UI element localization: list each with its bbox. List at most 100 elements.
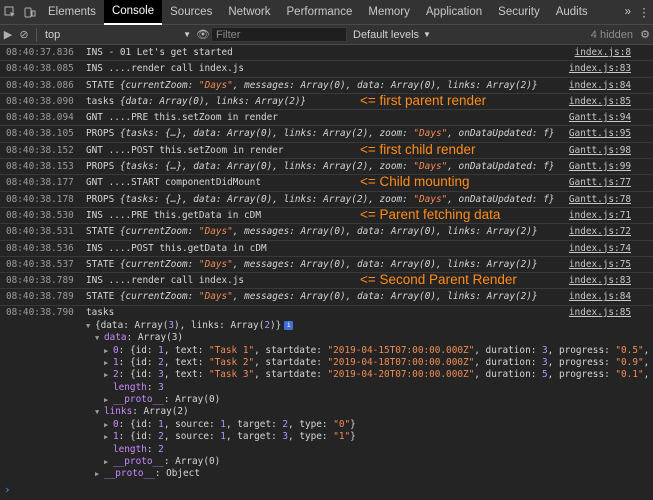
object-preview[interactable]: {currentZoom: "Days", messages: Array(0)… (120, 291, 538, 302)
property-value: : 3 (146, 381, 164, 393)
tree-line[interactable]: ▶ 0: {id: 1, text: "Task 1", startdate: "… (6, 345, 653, 357)
tab-memory[interactable]: Memory (360, 0, 418, 25)
expand-triangle-icon[interactable]: ▶ (104, 394, 113, 406)
source-link[interactable]: index.js:8 (575, 45, 631, 61)
context-selector[interactable]: top ▼ (41, 29, 195, 41)
message-prefix: STATE (86, 291, 115, 303)
source-link[interactable]: index.js:85 (569, 94, 631, 110)
object-preview[interactable]: {data: Array(0), links: Array(2)} (120, 96, 306, 107)
tree-line[interactable]: ▶ __proto__: Array(0) (6, 456, 653, 468)
object-preview[interactable]: {currentZoom: "Days", messages: Array(0)… (120, 80, 538, 91)
console-message: 08:40:38.085 INS ....render call index.js… (0, 61, 653, 78)
source-link[interactable]: Gantt.js:77 (569, 175, 631, 191)
source-link[interactable]: Gantt.js:99 (569, 159, 631, 175)
expand-triangle-icon[interactable]: ▶ (104, 369, 113, 381)
annotation: <= Child mounting (360, 174, 470, 190)
source-link[interactable]: Gantt.js:78 (569, 192, 631, 208)
object-preview[interactable]: {tasks: {…}, data: Array(0), links: Arra… (120, 194, 555, 205)
info-icon[interactable]: i (284, 320, 294, 330)
tab-security[interactable]: Security (490, 0, 548, 25)
property-key: data (104, 332, 127, 344)
timestamp: 08:40:38.537 (6, 258, 74, 270)
tree-line[interactable]: ▼ data: Array(3) (6, 332, 653, 344)
expand-triangle-icon[interactable]: ▶ (95, 468, 104, 480)
show-sidebar-icon[interactable]: ▶ (0, 25, 16, 45)
tab-performance[interactable]: Performance (279, 0, 361, 25)
object-preview[interactable]: {currentZoom: "Days", messages: Array(0)… (120, 259, 538, 270)
hidden-count: 4 hidden (590, 28, 633, 41)
more-tabs-icon[interactable]: » (621, 6, 635, 18)
object-preview[interactable]: {tasks: {…}, data: Array(0), links: Arra… (120, 161, 555, 172)
source-link[interactable]: index.js:74 (569, 241, 631, 257)
tab-console[interactable]: Console (103, 0, 163, 25)
expand-triangle-icon[interactable]: ▶ (104, 456, 113, 468)
timestamp: 08:40:38.789 (6, 275, 74, 287)
tree-line[interactable]: ▼ links: Array(2) (6, 406, 653, 418)
timestamp: 08:40:38.152 (6, 144, 74, 156)
object-summary[interactable]: {data: Array(3), links: Array(2)} (95, 320, 281, 331)
gear-icon[interactable]: ⚙ (637, 28, 653, 41)
console-prompt[interactable]: › (4, 483, 11, 496)
tree-line[interactable]: length: 2 (6, 444, 653, 456)
message-text: tasks (86, 306, 115, 318)
context-label: top (45, 28, 61, 41)
property-value: : Array(0) (163, 456, 221, 468)
source-link[interactable]: index.js:84 (569, 289, 631, 305)
message-text: tasks (86, 95, 115, 107)
chevron-down-icon: ▼ (183, 30, 191, 39)
tab-network[interactable]: Network (220, 0, 278, 25)
log-levels-dropdown[interactable]: Default levels ▼ (353, 29, 431, 41)
expand-triangle-icon[interactable]: ▶ (104, 357, 113, 369)
timestamp: 08:40:38.085 (6, 63, 74, 75)
source-link[interactable]: index.js:75 (569, 257, 631, 273)
tree-line[interactable]: ▶ __proto__: Array(0) (6, 394, 653, 406)
property-key: __proto__ (113, 394, 164, 406)
property-value: : Array(2) (132, 406, 189, 418)
source-link[interactable]: index.js:85 (569, 306, 631, 320)
expand-triangle-icon[interactable]: ▶ (104, 419, 113, 431)
expand-triangle-icon[interactable]: ▶ (104, 345, 113, 357)
source-link[interactable]: index.js:71 (569, 208, 631, 224)
tab-application[interactable]: Application (418, 0, 490, 25)
message-prefix: PROPS (86, 193, 115, 205)
message-prefix: PROPS (86, 128, 115, 140)
collapse-triangle-icon[interactable]: ▼ (95, 332, 104, 344)
source-link[interactable]: index.js:83 (569, 61, 631, 77)
source-link[interactable]: Gantt.js:98 (569, 143, 631, 159)
property-key: __proto__ (113, 456, 164, 468)
property-value: : Object (154, 468, 200, 480)
source-link[interactable]: index.js:72 (569, 224, 631, 240)
tree-line[interactable]: ▶ __proto__: Object (6, 468, 653, 480)
tree-line[interactable]: ▶ 0: {id: 1, source: 1, target: 2, type: … (6, 419, 653, 431)
source-link[interactable]: Gantt.js:95 (569, 126, 631, 142)
collapse-triangle-icon[interactable]: ▼ (95, 406, 104, 418)
tree-line[interactable]: ▶ 1: {id: 2, text: "Task 2", startdate: "… (6, 357, 653, 369)
source-link[interactable]: index.js:84 (569, 78, 631, 94)
tab-elements[interactable]: Elements (40, 0, 104, 25)
source-link[interactable]: Gantt.js:94 (569, 110, 631, 126)
console-message: 08:40:38.090 tasks {data: Array(0), links… (0, 93, 653, 111)
expand-triangle-icon[interactable]: ▶ (104, 431, 113, 443)
tree-line[interactable]: length: 3 (6, 382, 653, 394)
inspect-element-icon[interactable] (0, 0, 20, 25)
collapse-triangle-icon[interactable]: ▼ (86, 320, 95, 332)
source-link[interactable]: index.js:83 (569, 273, 631, 289)
close-devtools-icon[interactable]: ⋮ (635, 5, 653, 19)
tab-sources[interactable]: Sources (162, 0, 220, 25)
object-preview[interactable]: {currentZoom: "Days", messages: Array(0)… (120, 226, 538, 237)
expanded-object: 08:40:38.790 tasks index.js:85 ▼ {data: Arra… (0, 306, 653, 481)
live-expression-eye-icon[interactable]: 👁 (195, 25, 211, 45)
message-prefix: PROPS (86, 161, 115, 173)
object-preview[interactable]: {tasks: {…}, data: Array(0), links: Arra… (120, 128, 555, 139)
message-prefix: STATE (86, 79, 115, 91)
message-text: GNT ....POST this.setZoom in render (86, 144, 284, 156)
console-output[interactable]: 08:40:37.836 INS - 01 Let's get started in… (0, 45, 653, 500)
clear-console-icon[interactable]: ⊘ (16, 25, 32, 45)
tab-audits[interactable]: Audits (548, 0, 596, 25)
tree-line[interactable]: ▶ 1: {id: 2, source: 1, target: 3, type: … (6, 431, 653, 443)
filter-input[interactable]: Filter (211, 27, 347, 42)
message-text: INS ....POST this.getData in cDM (86, 242, 267, 254)
device-toolbar-icon[interactable] (20, 0, 40, 25)
tree-line[interactable]: ▶ 2: {id: 3, text: "Task 3", startdate: "… (6, 369, 653, 381)
property-key: length (113, 381, 147, 393)
